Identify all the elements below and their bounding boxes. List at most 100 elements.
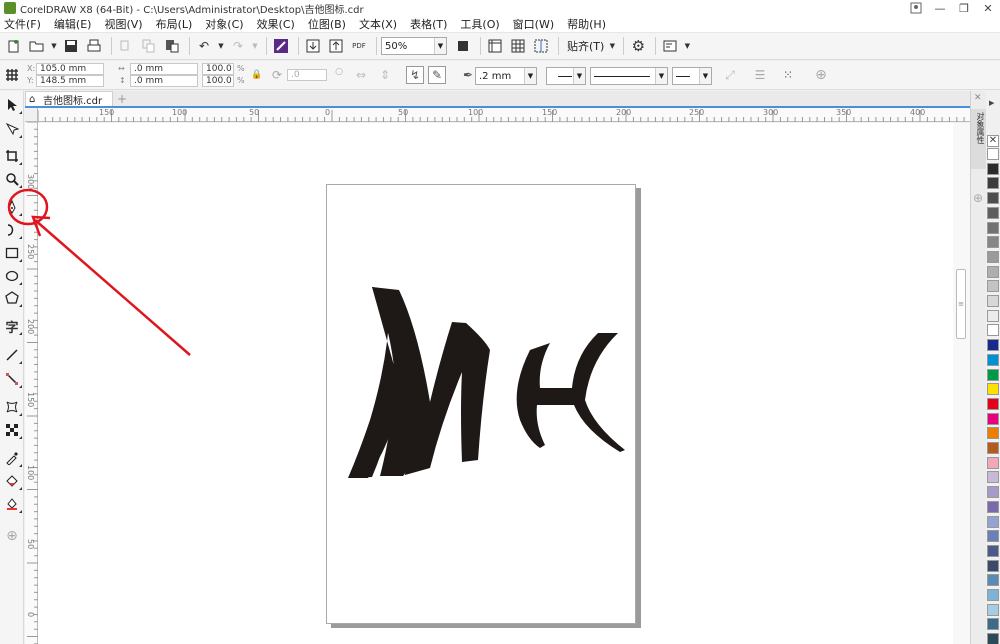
vertical-ruler[interactable]: 300 250 200 150 100 50 0	[25, 122, 38, 644]
scale-x-field[interactable]: 100.0	[202, 63, 234, 75]
snap-dropdown-icon[interactable]: ▼	[608, 36, 616, 56]
chevron-down-icon[interactable]: ▼	[655, 68, 667, 84]
color-swatch[interactable]	[987, 589, 999, 601]
search-content-icon[interactable]	[271, 36, 291, 56]
close-button[interactable]: ✕	[976, 0, 1000, 16]
color-swatch[interactable]	[987, 162, 999, 175]
color-swatch[interactable]	[987, 544, 999, 557]
envelope-tool-icon[interactable]	[3, 398, 22, 416]
document-page[interactable]	[326, 184, 636, 624]
menu-effects[interactable]: 效果(C)	[257, 16, 295, 32]
color-swatch[interactable]	[987, 206, 999, 219]
start-arrowhead-combo[interactable]: ▼	[546, 67, 586, 85]
connector-tool-icon[interactable]	[3, 370, 22, 388]
color-swatch[interactable]	[987, 456, 999, 469]
open-dropdown-icon[interactable]: ▼	[50, 36, 58, 56]
show-grid-icon[interactable]	[508, 36, 528, 56]
open-folder-icon[interactable]	[27, 36, 47, 56]
zoom-tool-icon[interactable]	[3, 170, 22, 188]
color-swatch[interactable]	[987, 397, 999, 410]
mirror-horizontal-icon[interactable]: ⇔	[352, 66, 370, 84]
pick-tool-icon[interactable]	[3, 96, 22, 114]
eyedropper-tool-icon[interactable]	[3, 449, 22, 467]
menu-tools[interactable]: 工具(O)	[460, 16, 499, 32]
show-guidelines-icon[interactable]	[531, 36, 551, 56]
rotation-field[interactable]: .0	[287, 69, 327, 81]
curve-autoclose-icon[interactable]: ✎	[428, 66, 446, 84]
ruler-origin[interactable]	[25, 108, 38, 122]
undo-icon[interactable]: ↶	[194, 36, 214, 56]
color-swatch[interactable]	[987, 383, 999, 396]
crop-tool-icon[interactable]	[3, 147, 22, 165]
freehand-tool-icon[interactable]	[3, 198, 22, 216]
color-swatch[interactable]	[987, 353, 999, 366]
outline-width-combo[interactable]: .2 mm ▼	[475, 67, 537, 85]
add-icon[interactable]: ⊕	[812, 66, 830, 84]
gear-icon[interactable]: ⚙	[628, 36, 648, 56]
curve-smoothing-icon[interactable]: ↯	[406, 66, 424, 84]
reverse-direction-icon[interactable]: ⤢	[721, 66, 739, 84]
color-swatch[interactable]	[987, 559, 999, 572]
menu-bitmaps[interactable]: 位图(B)	[308, 16, 346, 32]
menu-help[interactable]: 帮助(H)	[567, 16, 606, 32]
publish-pdf-icon[interactable]: PDF	[349, 36, 369, 56]
menu-view[interactable]: 视图(V)	[104, 16, 142, 32]
shape-tool-icon[interactable]	[3, 120, 22, 138]
document-tab[interactable]: ⌂ 吉他图标.cdr	[25, 91, 113, 107]
scrollbar-thumb[interactable]: ≡	[956, 269, 966, 339]
paste-icon[interactable]	[162, 36, 182, 56]
menu-edit[interactable]: 编辑(E)	[54, 16, 92, 32]
mirror-vertical-icon[interactable]: ⇕	[376, 66, 394, 84]
copy-icon[interactable]	[139, 36, 159, 56]
end-arrowhead-combo[interactable]: ▼	[672, 67, 712, 85]
scale-y-field[interactable]: 100.0	[202, 75, 234, 87]
color-swatch[interactable]	[987, 221, 999, 234]
chevron-down-icon[interactable]: ▼	[524, 68, 536, 84]
color-swatch[interactable]	[987, 633, 999, 644]
new-document-icon[interactable]	[4, 36, 24, 56]
menu-file[interactable]: 文件(F)	[4, 16, 41, 32]
chevron-down-icon[interactable]: ▼	[573, 68, 585, 84]
color-swatch[interactable]	[987, 368, 999, 381]
color-swatch[interactable]	[987, 574, 999, 587]
text-tool-icon[interactable]: 字	[3, 317, 22, 336]
color-swatch[interactable]	[987, 265, 999, 278]
color-swatch[interactable]	[987, 412, 999, 425]
rectangle-tool-icon[interactable]	[3, 244, 22, 262]
color-swatch[interactable]	[987, 309, 999, 322]
color-swatch[interactable]	[987, 295, 999, 307]
palette-scroll-up-icon[interactable]: ▶	[989, 99, 994, 107]
no-color-swatch[interactable]: ✕	[987, 135, 999, 147]
text-wrap-icon[interactable]: ☰	[751, 66, 769, 84]
color-swatch[interactable]	[987, 515, 999, 528]
color-swatch[interactable]	[987, 530, 999, 543]
cut-icon[interactable]	[116, 36, 136, 56]
add-docker-icon[interactable]: ⊕	[973, 191, 983, 205]
color-swatch[interactable]	[987, 500, 999, 513]
color-swatch[interactable]	[987, 177, 999, 190]
import-icon[interactable]	[303, 36, 323, 56]
menu-text[interactable]: 文本(X)	[359, 16, 397, 32]
user-icon[interactable]	[904, 0, 928, 16]
restore-button[interactable]: ❐	[952, 0, 976, 16]
width-field[interactable]: .0 mm	[130, 63, 198, 75]
redo-icon[interactable]: ↷	[228, 36, 248, 56]
add-tool-icon[interactable]: ⊕	[3, 527, 21, 545]
object-properties-docker-tab[interactable]: 对象属性	[971, 109, 986, 169]
interactive-fill-tool-icon[interactable]	[3, 472, 22, 490]
extract-subpath-icon[interactable]: ⁙	[779, 66, 797, 84]
color-swatch[interactable]	[987, 236, 999, 249]
parallel-dimension-tool-icon[interactable]	[3, 346, 22, 364]
menu-object[interactable]: 对象(C)	[205, 16, 243, 32]
line-style-combo[interactable]: ▼	[590, 67, 668, 85]
save-icon[interactable]	[61, 36, 81, 56]
color-swatch[interactable]	[987, 618, 999, 631]
snap-to-menu[interactable]: 贴齐(T)	[567, 38, 604, 54]
launcher-dropdown-icon[interactable]: ▼	[683, 36, 691, 56]
x-position-field[interactable]: 105.0 mm	[36, 63, 104, 75]
show-rulers-icon[interactable]	[485, 36, 505, 56]
menu-table[interactable]: 表格(T)	[410, 16, 447, 32]
zoom-level-combo[interactable]: 50% ▼	[381, 37, 447, 55]
smart-fill-tool-icon[interactable]	[3, 495, 22, 513]
chevron-down-icon[interactable]: ▼	[434, 38, 446, 54]
